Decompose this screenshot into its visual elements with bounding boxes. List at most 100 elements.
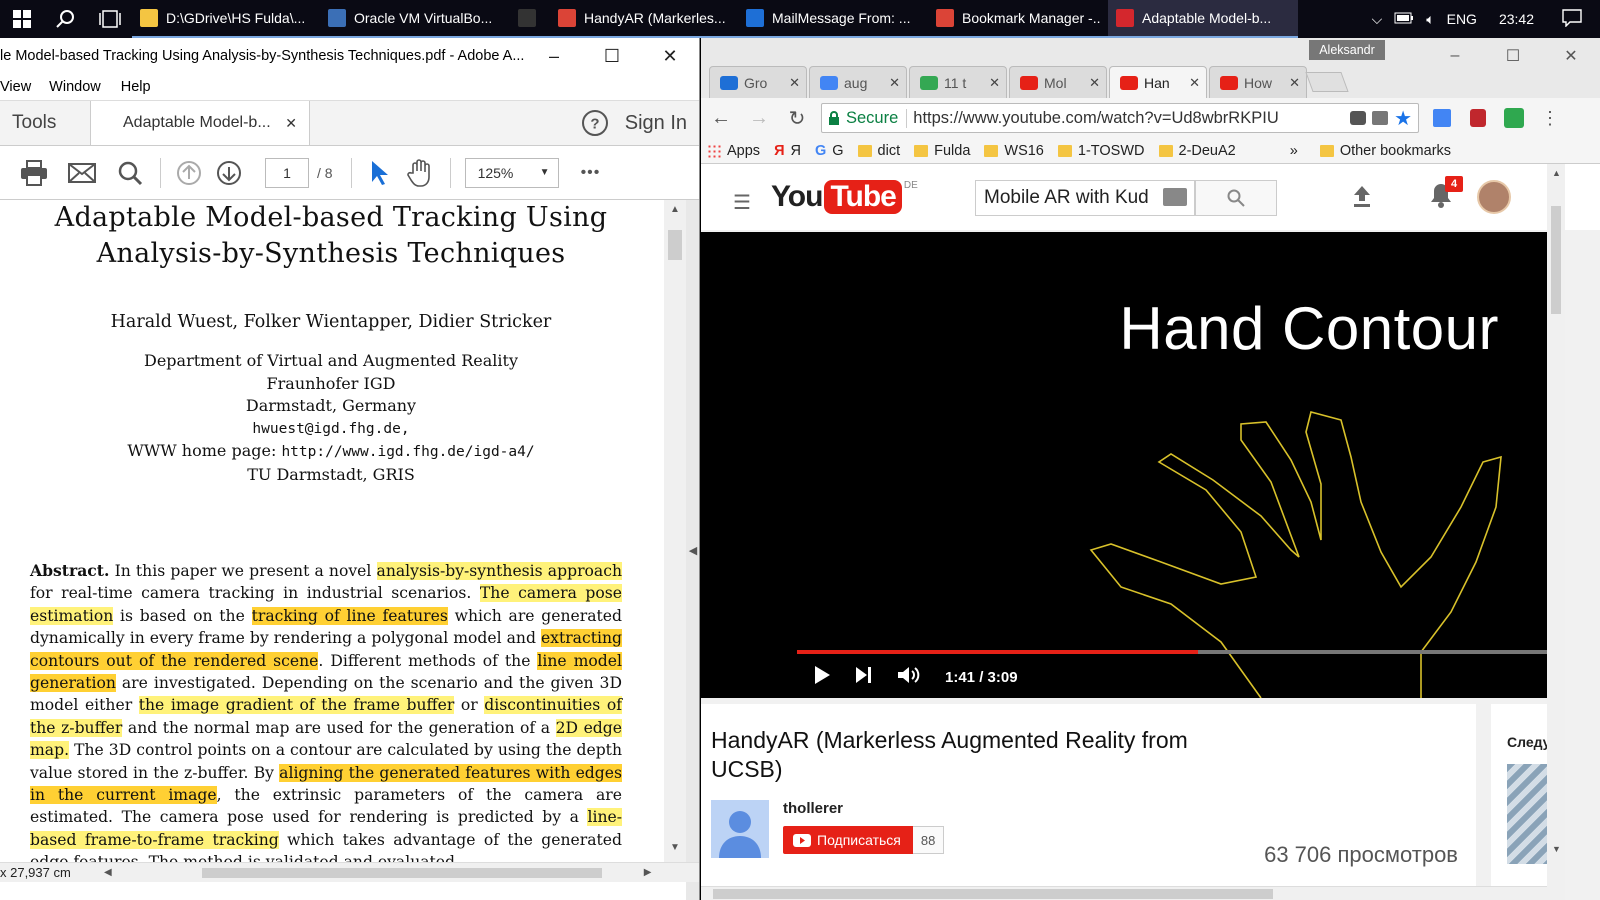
forward-icon[interactable]: →	[745, 104, 773, 132]
close-button[interactable]: ✕	[641, 38, 699, 74]
taskbar-app-button[interactable]: Oracle VM VirtualBo...	[320, 0, 510, 38]
scroll-up-icon[interactable]: ▲	[1552, 168, 1561, 178]
search-button[interactable]	[1195, 180, 1277, 216]
channel-name[interactable]: thollerer	[783, 800, 843, 817]
select-tool-icon[interactable]	[362, 155, 398, 191]
profile-button[interactable]: Aleksandr	[1309, 40, 1385, 60]
scrollbar-thumb[interactable]	[668, 230, 682, 260]
close-tab-icon[interactable]: ✕	[789, 75, 800, 91]
taskbar-app-button[interactable]: Bookmark Manager -...	[928, 0, 1108, 38]
google-translate-icon[interactable]	[1429, 105, 1455, 131]
scroll-down-icon[interactable]: ▼	[670, 842, 680, 853]
bookmark-google[interactable]: GG	[815, 143, 844, 159]
maximize-button[interactable]: ☐	[1484, 38, 1542, 74]
keyboard-icon[interactable]	[1163, 188, 1187, 206]
previous-page-icon[interactable]	[171, 155, 207, 191]
maximize-button[interactable]: ☐	[583, 38, 641, 74]
menu-window[interactable]: Window	[49, 79, 101, 95]
sign-in-link[interactable]: Sign In	[615, 101, 699, 145]
scroll-left-icon[interactable]: ◀	[104, 867, 112, 878]
next-video-icon[interactable]	[855, 666, 873, 688]
bookmarks-overflow-button[interactable]: »	[1290, 143, 1298, 159]
print-icon[interactable]	[16, 155, 52, 191]
find-icon[interactable]	[112, 155, 148, 191]
video-player[interactable]: Hand Contour 1:41 / 3:09	[701, 232, 1547, 698]
browser-tab[interactable]: How ✕	[1209, 66, 1307, 98]
scroll-right-icon[interactable]: ▶	[644, 867, 652, 878]
bookmark-folder[interactable]: WS16	[984, 143, 1044, 159]
taskbar-app-button[interactable]: Adaptable Model-b...	[1108, 0, 1298, 38]
menu-view[interactable]: View	[0, 79, 31, 95]
avatar[interactable]	[1477, 180, 1511, 214]
incognito-icon[interactable]	[1350, 111, 1367, 125]
bookmark-folder[interactable]: Fulda	[914, 143, 970, 159]
progress-bar[interactable]	[797, 650, 1547, 654]
scroll-down-icon[interactable]: ▼	[1552, 844, 1561, 854]
reload-icon[interactable]: ↻	[783, 104, 811, 132]
browser-tab[interactable]: Han ✕	[1109, 66, 1207, 98]
taskbar-app-button[interactable]	[510, 0, 550, 38]
tab-tools[interactable]: Tools	[0, 101, 90, 145]
close-tab-icon[interactable]: ✕	[1089, 75, 1100, 91]
chrome-menu-icon[interactable]: ⋮	[1537, 105, 1563, 131]
translate-icon[interactable]	[1372, 111, 1389, 125]
address-bar[interactable]: Secure https://www.youtube.com/watch?v=U…	[821, 103, 1419, 133]
browser-tab[interactable]: Gro ✕	[709, 66, 807, 98]
bookmark-yandex[interactable]: ЯЯ	[774, 143, 801, 159]
vertical-scrollbar[interactable]: ▲ ▼	[664, 200, 686, 876]
next-page-icon[interactable]	[211, 155, 247, 191]
browser-tab[interactable]: 11 t ✕	[909, 66, 1007, 98]
bookmark-star-icon[interactable]: ★	[1394, 106, 1412, 131]
email-icon[interactable]	[64, 155, 100, 191]
browser-tab[interactable]: aug ✕	[809, 66, 907, 98]
minimize-button[interactable]: –	[525, 38, 583, 74]
bookmark-folder[interactable]: dict	[857, 143, 900, 159]
page-number-input[interactable]: 1	[265, 157, 309, 188]
close-button[interactable]: ✕	[1542, 38, 1600, 74]
close-tab-icon[interactable]: ✕	[1189, 75, 1200, 91]
other-bookmarks[interactable]: Other bookmarks	[1319, 143, 1451, 159]
chevron-up-icon[interactable]: ⌵	[1372, 11, 1383, 28]
windows-start-icon[interactable]	[0, 0, 44, 38]
close-tab-icon[interactable]: ✕	[285, 115, 297, 132]
video-thumbnail[interactable]	[1507, 764, 1547, 864]
scrollbar-thumb[interactable]	[713, 889, 1273, 899]
help-icon[interactable]: ?	[575, 101, 615, 145]
taskbar-app-button[interactable]: D:\GDrive\HS Fulda\...	[132, 0, 320, 38]
bookmark-apps[interactable]: Apps	[707, 143, 760, 159]
battery-icon[interactable]	[1394, 11, 1414, 27]
search-input[interactable]: Mobile AR with Kud	[975, 180, 1195, 216]
close-tab-icon[interactable]: ✕	[889, 75, 900, 91]
url-text[interactable]: https://www.youtube.com/watch?v=Ud8wbrRK…	[913, 109, 1344, 128]
language-indicator[interactable]: ENG	[1447, 11, 1477, 27]
browser-tab[interactable]: Mol ✕	[1009, 66, 1107, 98]
horizontal-scrollbar-thumb[interactable]	[201, 867, 602, 878]
horizontal-scrollbar[interactable]	[701, 886, 1547, 900]
volume-icon[interactable]	[897, 665, 921, 689]
new-tab-button[interactable]	[1305, 72, 1349, 92]
scrollbar-thumb[interactable]	[1551, 206, 1561, 314]
bookmark-folder[interactable]: 1-TOSWD	[1057, 143, 1145, 159]
bookmark-folder[interactable]: 2-DeuA2	[1158, 143, 1236, 159]
task-view-icon[interactable]	[88, 0, 132, 38]
close-tab-icon[interactable]: ✕	[1289, 75, 1300, 91]
tab-document[interactable]: Adaptable Model-b... ✕	[90, 101, 310, 145]
volume-icon[interactable]: 🔈︎	[1426, 11, 1434, 28]
secure-indicator[interactable]: Secure	[828, 108, 908, 128]
play-icon[interactable]	[813, 665, 831, 689]
hamburger-menu-icon[interactable]: ☰	[733, 190, 751, 215]
subscribe-button[interactable]: Подписаться 88	[783, 826, 945, 854]
lastpass-icon[interactable]	[1465, 105, 1491, 131]
youtube-logo[interactable]: You Tube DE	[771, 180, 918, 214]
clock[interactable]: 23:42	[1499, 11, 1534, 27]
more-tools-icon[interactable]: •••	[581, 164, 601, 182]
upload-icon[interactable]	[1351, 184, 1373, 213]
taskbar-app-button[interactable]: HandyAR (Markerles...	[550, 0, 738, 38]
taskbar-app-button[interactable]: MailMessage From: ...	[738, 0, 928, 38]
channel-avatar[interactable]	[711, 800, 769, 858]
zoom-select[interactable]: 125% ▼	[464, 157, 559, 188]
vertical-scrollbar[interactable]: ▲ ▼	[1547, 164, 1565, 900]
minimize-button[interactable]: –	[1426, 38, 1484, 74]
extension-puzzle-icon[interactable]	[1501, 105, 1527, 131]
hand-tool-icon[interactable]	[402, 155, 438, 191]
